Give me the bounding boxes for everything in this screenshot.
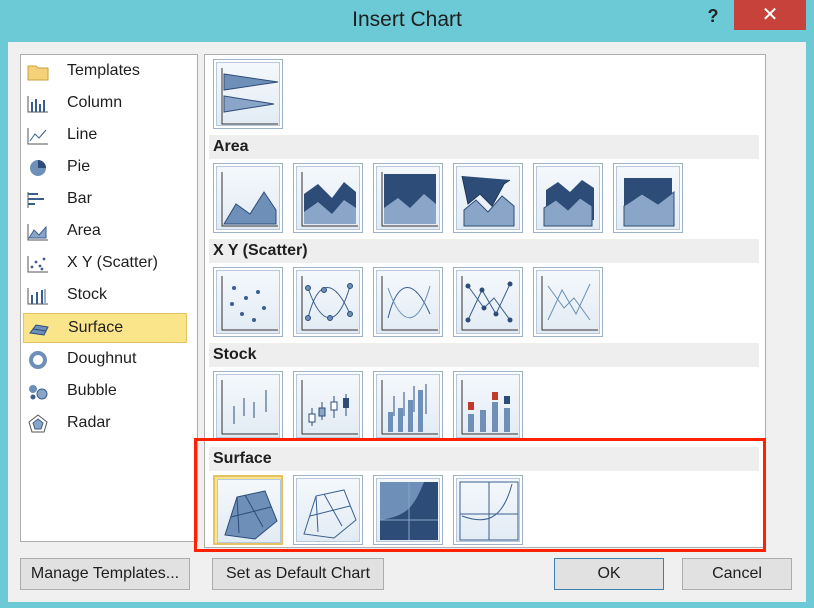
section-header-surface: Surface bbox=[209, 447, 759, 471]
scatter-smooth-markers-icon bbox=[301, 276, 358, 331]
chart-subtype-gallery: Area X Y (Scatter) Stock Surface bbox=[204, 54, 766, 548]
chart-type-bar[interactable]: Bar bbox=[23, 185, 187, 215]
3d-100-stacked-area-chart-icon bbox=[623, 178, 675, 227]
chart-type-label: Templates bbox=[67, 62, 140, 79]
chart-type-label: Surface bbox=[68, 319, 124, 336]
chart-thumb-3d-stacked-area[interactable] bbox=[533, 163, 603, 233]
3d-area-chart-icon bbox=[461, 175, 515, 227]
chart-thumb-3d-cone-bar[interactable] bbox=[213, 59, 283, 129]
stock-vhlc-chart-icon bbox=[381, 380, 438, 435]
chart-thumb-wireframe-contour[interactable] bbox=[453, 475, 523, 545]
3d-stacked-area-chart-icon bbox=[543, 180, 594, 227]
chart-type-label: Radar bbox=[67, 414, 111, 431]
chart-thumb-scatter[interactable] bbox=[213, 267, 283, 337]
chart-type-label: Bubble bbox=[67, 382, 117, 399]
chart-thumb-scatter-straight-markers[interactable] bbox=[453, 267, 523, 337]
chart-type-line[interactable]: Line bbox=[23, 121, 187, 151]
chart-type-surface[interactable]: Surface bbox=[23, 313, 187, 343]
chart-thumb-stock-vohlc[interactable] bbox=[453, 371, 523, 441]
chart-type-bubble[interactable]: Bubble bbox=[23, 377, 187, 407]
radar-chart-icon bbox=[28, 414, 48, 433]
chart-thumb-stock-ohlc[interactable] bbox=[293, 371, 363, 441]
scatter-chart-icon bbox=[221, 276, 278, 331]
100-stacked-area-chart-icon bbox=[381, 172, 438, 227]
chart-type-pie[interactable]: Pie bbox=[23, 153, 187, 183]
chart-type-column[interactable]: Column bbox=[23, 89, 187, 119]
section-header-scatter: X Y (Scatter) bbox=[209, 239, 759, 263]
wireframe-contour-icon bbox=[459, 481, 519, 541]
scatter-chart-icon bbox=[27, 256, 48, 273]
chart-thumb-wireframe-3d-surface[interactable] bbox=[293, 475, 363, 545]
folder-icon bbox=[27, 65, 49, 81]
chart-thumb-100-stacked-area[interactable] bbox=[373, 163, 443, 233]
surface-chart-icon bbox=[29, 324, 49, 336]
ok-button[interactable]: OK bbox=[554, 558, 664, 590]
stock-chart-icon bbox=[27, 288, 48, 305]
scatter-straight-markers-icon bbox=[461, 276, 518, 331]
doughnut-chart-icon bbox=[29, 351, 47, 369]
chart-thumb-3d-surface[interactable] bbox=[213, 475, 283, 545]
chart-type-list: Templates Column Line Pie Bar Area X Y (… bbox=[20, 54, 198, 542]
chart-type-area[interactable]: Area bbox=[23, 217, 187, 247]
chart-thumb-stacked-area[interactable] bbox=[293, 163, 363, 233]
section-header-stock: Stock bbox=[209, 343, 759, 367]
stock-vohlc-chart-icon bbox=[461, 380, 518, 435]
chart-thumb-3d-100-stacked-area[interactable] bbox=[613, 163, 683, 233]
close-button[interactable]: ✕ bbox=[734, 0, 806, 30]
chart-type-label: Column bbox=[67, 94, 123, 111]
chart-thumb-stock-vhlc[interactable] bbox=[373, 371, 443, 441]
chart-type-label: Doughnut bbox=[67, 350, 137, 367]
stock-ohlc-chart-icon bbox=[301, 380, 358, 435]
chart-type-templates[interactable]: Templates bbox=[23, 57, 187, 87]
chart-thumb-scatter-smooth-markers[interactable] bbox=[293, 267, 363, 337]
chart-thumb-area[interactable] bbox=[213, 163, 283, 233]
scatter-smooth-lines-icon bbox=[381, 276, 438, 331]
chart-type-radar[interactable]: Radar bbox=[23, 409, 187, 439]
3d-surface-chart-icon bbox=[224, 490, 278, 540]
chart-type-label: Line bbox=[67, 126, 98, 143]
chart-thumb-scatter-straight[interactable] bbox=[533, 267, 603, 337]
chart-type-label: Stock bbox=[67, 286, 108, 303]
help-button[interactable]: ? bbox=[698, 2, 728, 30]
bubble-chart-icon bbox=[29, 385, 48, 400]
contour-chart-icon bbox=[380, 482, 438, 540]
chart-thumb-stock-hlc[interactable] bbox=[213, 371, 283, 441]
stock-hlc-chart-icon bbox=[221, 380, 278, 435]
set-default-chart-button[interactable]: Set as Default Chart bbox=[212, 558, 384, 590]
stacked-area-chart-icon bbox=[301, 172, 358, 227]
area-chart-icon bbox=[221, 172, 278, 227]
chart-thumb-contour[interactable] bbox=[373, 475, 443, 545]
area-chart-icon bbox=[27, 224, 48, 241]
section-header-area: Area bbox=[209, 135, 759, 159]
chart-type-scatter[interactable]: X Y (Scatter) bbox=[23, 249, 187, 279]
dialog-body: Templates Column Line Pie Bar Area X Y (… bbox=[8, 42, 806, 602]
line-chart-icon bbox=[27, 128, 48, 145]
wireframe-3d-surface-icon bbox=[303, 489, 357, 539]
insert-chart-dialog: Insert Chart ? ✕ Templates Column Line P… bbox=[0, 0, 814, 608]
pie-chart-icon bbox=[30, 160, 46, 176]
chart-type-label: X Y (Scatter) bbox=[67, 254, 158, 271]
cone-bar-chart-icon bbox=[221, 68, 279, 125]
bar-chart-icon bbox=[27, 192, 44, 208]
dialog-title: Insert Chart bbox=[352, 8, 462, 31]
title-bar[interactable]: Insert Chart ? ✕ bbox=[0, 0, 814, 42]
chart-type-doughnut[interactable]: Doughnut bbox=[23, 345, 187, 375]
chart-type-label: Pie bbox=[67, 158, 91, 175]
chart-thumb-scatter-smooth[interactable] bbox=[373, 267, 443, 337]
chart-type-label: Bar bbox=[67, 190, 92, 207]
column-chart-icon bbox=[27, 96, 48, 113]
chart-type-stock[interactable]: Stock bbox=[23, 281, 187, 311]
chart-thumb-3d-area[interactable] bbox=[453, 163, 523, 233]
manage-templates-button[interactable]: Manage Templates... bbox=[20, 558, 190, 590]
chart-type-label: Area bbox=[67, 222, 101, 239]
scatter-straight-lines-icon bbox=[541, 276, 598, 331]
cancel-button[interactable]: Cancel bbox=[682, 558, 792, 590]
